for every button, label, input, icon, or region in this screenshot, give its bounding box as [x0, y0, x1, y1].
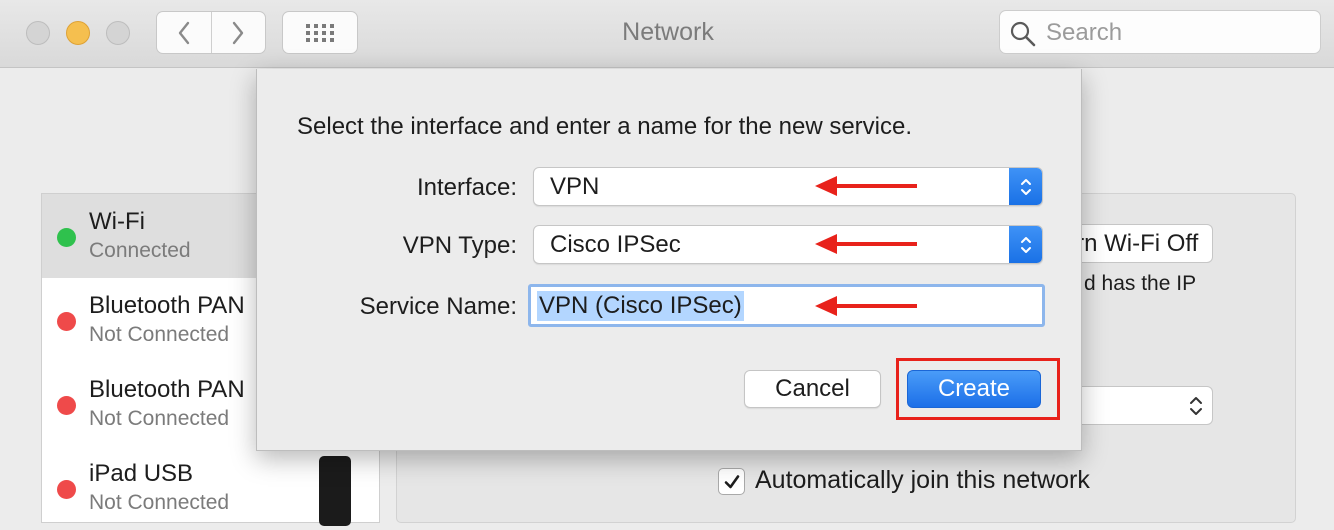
- close-window-button[interactable]: [26, 21, 50, 45]
- window-titlebar: Network Search: [0, 0, 1334, 68]
- status-dot: [57, 312, 76, 331]
- create-button-highlight: [896, 358, 1060, 420]
- back-button[interactable]: [157, 12, 211, 53]
- interface-stepper: [1009, 168, 1042, 205]
- window-title: Network: [622, 18, 714, 46]
- wifi-status-text: d has the IP: [1084, 272, 1197, 295]
- service-item-ipad-usb[interactable]: iPad USB Not Connected: [42, 446, 379, 530]
- search-field[interactable]: Search: [999, 10, 1321, 54]
- service-status: Not Connected: [89, 323, 230, 346]
- red-arrow-icon: [815, 296, 917, 316]
- auto-join-label: Automatically join this network: [755, 466, 1090, 494]
- red-arrow-icon: [815, 176, 917, 196]
- status-dot: [57, 228, 76, 247]
- cancel-button[interactable]: Cancel: [744, 370, 881, 408]
- service-name: Bluetooth PAN: [89, 376, 245, 403]
- chevron-updown-icon: [1020, 178, 1031, 195]
- vpn-type-stepper: [1009, 226, 1042, 263]
- search-placeholder: Search: [1046, 19, 1123, 46]
- interface-label: Interface:: [416, 174, 517, 201]
- vpn-type-value: Cisco IPSec: [550, 231, 681, 258]
- checkmark-icon: [724, 474, 739, 488]
- new-service-sheet: Select the interface and enter a name fo…: [256, 69, 1082, 451]
- service-name-value: VPN (Cisco IPSec): [537, 291, 744, 321]
- chevron-left-icon: [178, 21, 189, 44]
- chevron-right-icon: [233, 21, 244, 44]
- service-name-label: Service Name:: [359, 293, 517, 320]
- chevron-updown-icon: [1190, 397, 1202, 415]
- sheet-prompt: Select the interface and enter a name fo…: [297, 113, 913, 140]
- status-dot: [57, 480, 76, 499]
- service-status: Not Connected: [89, 491, 230, 514]
- auto-join-checkbox[interactable]: [718, 468, 745, 495]
- service-name-field[interactable]: VPN (Cisco IPSec): [528, 284, 1045, 327]
- grid-icon: [306, 23, 334, 42]
- status-dot: [57, 396, 76, 415]
- service-status: Not Connected: [89, 407, 230, 430]
- service-name: Bluetooth PAN: [89, 292, 245, 319]
- red-arrow-icon: [815, 234, 917, 254]
- forward-button[interactable]: [210, 12, 266, 53]
- vpn-type-popup[interactable]: Cisco IPSec: [533, 225, 1043, 264]
- service-name: Wi-Fi: [89, 208, 145, 235]
- zoom-window-button[interactable]: [106, 21, 130, 45]
- service-status: Connected: [89, 239, 191, 262]
- interface-value: VPN: [550, 173, 600, 200]
- navigation-buttons: [156, 11, 266, 54]
- chevron-updown-icon: [1020, 236, 1031, 253]
- search-icon: [1010, 21, 1036, 47]
- interface-popup[interactable]: VPN: [533, 167, 1043, 206]
- ipad-device-icon: [319, 456, 351, 526]
- service-name: iPad USB: [89, 460, 194, 487]
- vpn-type-label: VPN Type:: [402, 232, 517, 259]
- show-all-button[interactable]: [282, 11, 358, 54]
- minimize-window-button[interactable]: [66, 21, 90, 45]
